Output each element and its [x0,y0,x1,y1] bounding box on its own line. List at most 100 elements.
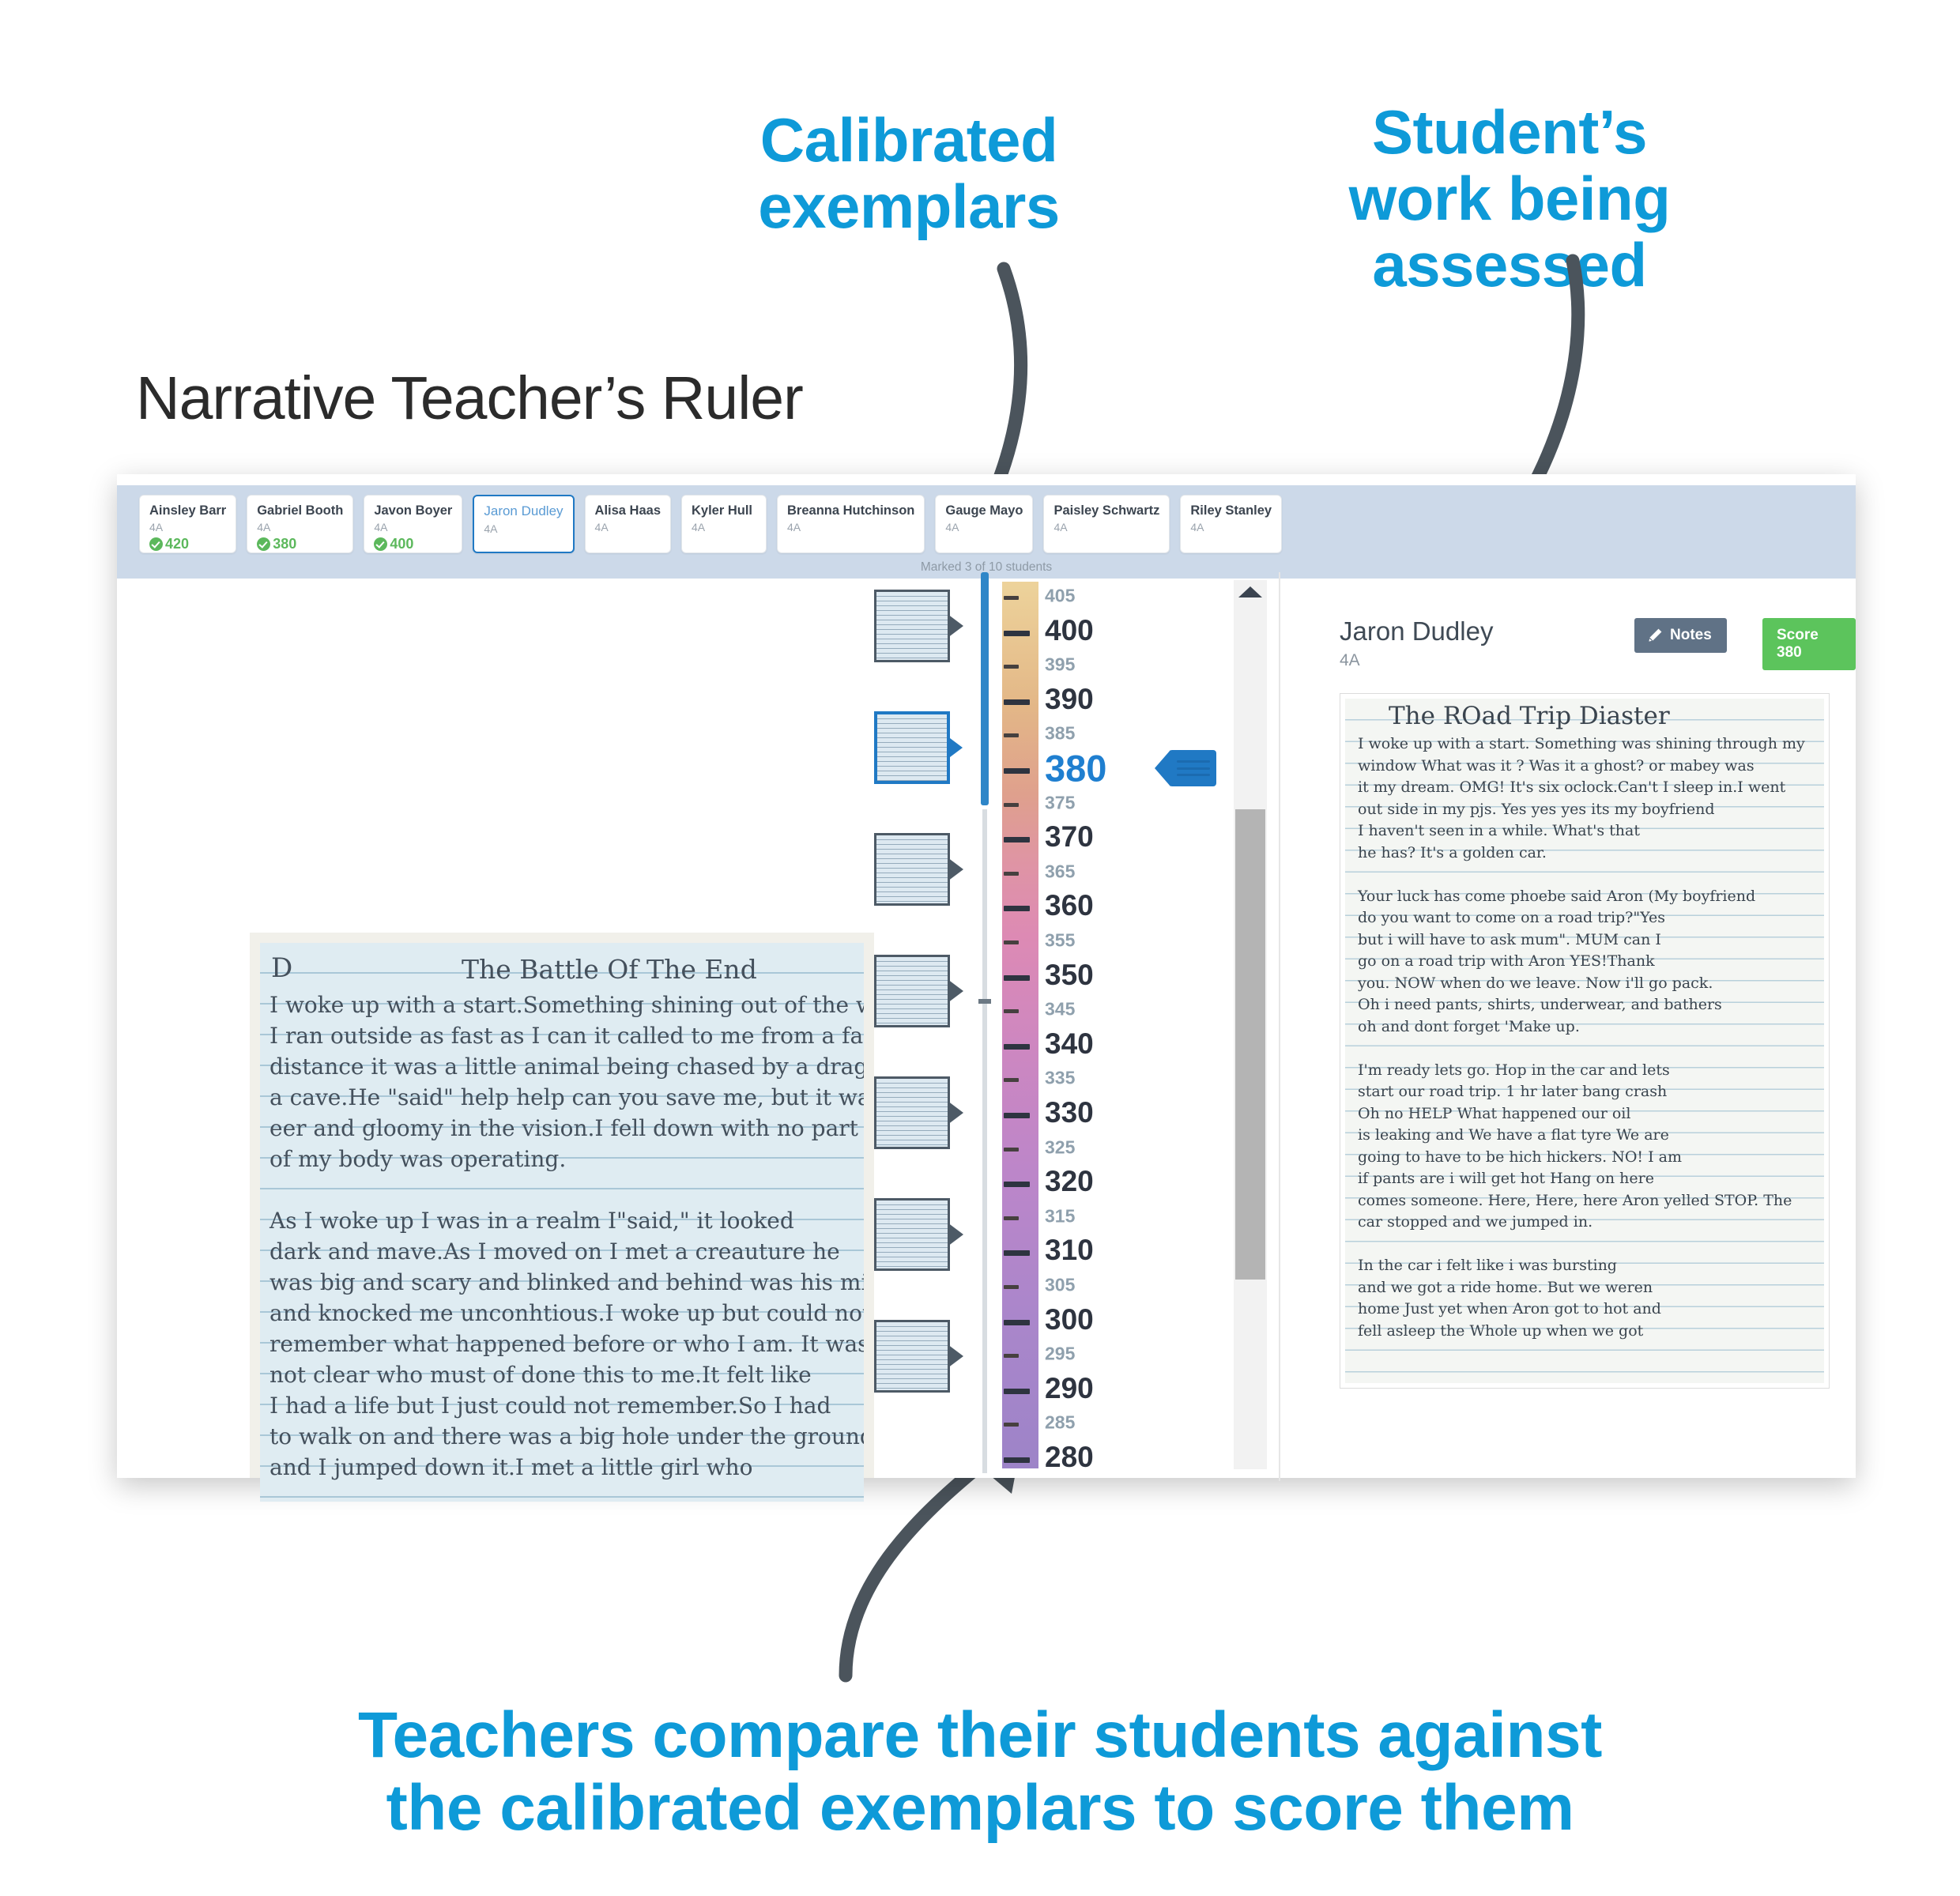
exemplar-doc-line: I ran outside as fast as I can it called… [270,1023,864,1049]
ruler-tick [1004,1113,1030,1118]
student-class: 4A [1340,651,1360,669]
ruler-tick [1004,1043,1030,1050]
student-tab[interactable]: Javon Boyer 4A 400 [364,495,463,553]
student-tab[interactable]: Ainsley Barr 4A 420 [139,495,237,553]
thumbnail-lines [876,1079,948,1147]
exemplar-thumbnail[interactable] [874,955,963,1027]
student-tab-score-value: 380 [273,536,297,552]
ruler-tick [1004,1285,1019,1289]
student-tab-name: Kyler Hull [692,503,753,518]
student-doc-line: fell asleep the Whole up when we got [1358,1321,1644,1340]
student-tab[interactable]: Paisley Schwartz 4A [1043,495,1170,553]
panel-divider [1279,572,1280,1481]
score-button[interactable]: Score 380 [1762,618,1856,670]
student-tab-name: Paisley Schwartz [1054,503,1160,518]
ruler-tick-label: 375 [1045,792,1076,813]
callout-calibrated-exemplars: Calibrated exemplars [758,105,1060,242]
exemplar-thumbnail[interactable] [874,711,963,784]
exemplar-doc-line: I had a life but I just could not rememb… [270,1393,831,1419]
student-tab-class: 4A [257,521,271,534]
exemplar-doc-line: dark and mave.As I moved on I met a crea… [270,1238,840,1265]
student-tab[interactable]: Riley Stanley 4A [1180,495,1283,553]
student-doc-line: and we got a ride home. But we weren [1358,1278,1653,1296]
exemplar-doc-line: distance it was a little animal being ch… [270,1054,864,1080]
student-doc-title: The ROad Trip Diaster [1389,702,1670,730]
handle-tip [1155,750,1170,786]
ruler-tick [1004,802,1019,807]
ruler-tick-label: 290 [1045,1371,1094,1404]
student-doc-line: you. NOW when do we leave. Now i'll go p… [1358,974,1713,992]
exemplar-thumbnail[interactable] [874,833,963,906]
ruler-score-handle[interactable] [1155,750,1216,786]
ruler-tick [1004,1182,1030,1188]
ruler-tick [1004,1388,1030,1394]
ruler-tick-label: 350 [1045,958,1094,991]
student-tab-class: 4A [149,521,164,534]
ruler-tick-label: 335 [1045,1067,1076,1088]
student-doc-line: he has? It's a golden car. [1358,843,1547,861]
student-tab-class: 4A [945,521,959,534]
exemplar-doc-line: to walk on and there was a big hole unde… [270,1423,864,1449]
ruler-tick [1004,1423,1019,1427]
student-doc-line: I'm ready lets go. Hop in the car and le… [1358,1061,1670,1079]
callout-bottom-line-1: Teachers compare their students against [358,1699,1602,1771]
ruler-tick [1004,871,1019,876]
ruler-tick [1004,630,1030,636]
exemplar-thumbnail[interactable] [874,1076,963,1149]
student-tab[interactable]: Gauge Mayo 4A [935,495,1034,553]
scroll-up-arrow-icon[interactable] [1238,586,1262,597]
thumbnail-pointer-icon [948,858,963,881]
student-tab-name: Alisa Haas [594,503,661,518]
ruler-tick-label: 285 [1045,1412,1076,1433]
student-tab-class: 4A [374,521,388,534]
student-tab[interactable]: Jaron Dudley 4A [473,495,575,553]
ruler-tick-label: 325 [1045,1136,1076,1158]
student-doc-line: In the car i felt like i was bursting [1358,1257,1617,1274]
exemplar-doc-line: I woke up with a start.Something shining… [270,992,864,1018]
student-doc-line: going to have to be hich hickers. NO! I … [1358,1148,1682,1166]
student-tab[interactable]: Alisa Haas 4A [584,495,671,553]
exemplar-paper: D The Battle Of The End I woke up with a… [260,943,864,1502]
student-tab[interactable]: Breanna Hutchinson 4A [777,495,925,553]
student-work-pane: Jaron Dudley 4A Notes Score 380 The ROad… [1296,579,1856,1479]
thumbnail-pointer-icon [948,1223,963,1246]
exemplar-thumbnail[interactable] [874,590,963,662]
check-circle-icon [257,537,271,551]
exemplar-document-viewer[interactable]: D The Battle Of The End I woke up with a… [250,933,874,1502]
ruler-tick [1004,1250,1030,1257]
exemplar-doc-line: not clear who must of done this to me.It… [270,1362,812,1388]
ruler-tick-label: 320 [1045,1165,1094,1198]
exemplar-thumbnail[interactable] [874,1198,963,1271]
exemplar-doc-line: of my body was operating. [270,1146,567,1172]
ruler-tick [1004,1457,1030,1463]
student-tab-class: 4A [1190,521,1204,534]
student-document-viewer[interactable]: The ROad Trip Diaster I woke up with a s… [1340,693,1830,1389]
student-doc-line: oh and dont forget 'Make up. [1358,1017,1580,1035]
ruler-scrollbar[interactable] [1234,580,1267,1469]
student-tab[interactable]: Kyler Hull 4A [681,495,767,553]
ruler-widget[interactable]: 405 395 385 375 365 355 345 335 325 315 305 295 285 4… [874,572,1285,1481]
student-paper: The ROad Trip Diaster I woke up with a s… [1345,699,1824,1383]
student-tab-class: 4A [692,521,706,534]
exemplar-thumbnail[interactable] [874,1320,963,1393]
check-circle-icon [149,537,163,551]
thumbnail-lines [876,1322,948,1390]
handle-grip-line-2 [1177,767,1210,770]
ruler-tick [1004,699,1030,705]
exemplar-margin-mark: D [271,952,293,984]
notes-button[interactable]: Notes [1634,618,1727,653]
thumbnail-pointer-icon [948,1101,963,1125]
ruler-tick [1004,733,1019,738]
ruler-track-nub [978,999,991,1004]
ruler-scale-labels: 405 395 385 375 365 355 345 335 325 315 305 295 285 4… [1045,572,1148,1481]
student-tab-name: Riley Stanley [1190,503,1272,518]
ruler-tick-label: 390 [1045,682,1094,715]
student-doc-line: I haven't seen in a while. What's that [1358,822,1641,839]
ruler-tick-label: 330 [1045,1096,1094,1129]
thumbnail-lines [876,592,948,660]
scrollbar-thumb[interactable] [1235,809,1265,1280]
student-tab-class: 4A [484,522,498,535]
ruler-gradient-strip[interactable] [1002,582,1038,1468]
student-tab[interactable]: Gabriel Booth 4A 380 [247,495,354,553]
student-tab-name: Ainsley Barr [149,503,227,518]
